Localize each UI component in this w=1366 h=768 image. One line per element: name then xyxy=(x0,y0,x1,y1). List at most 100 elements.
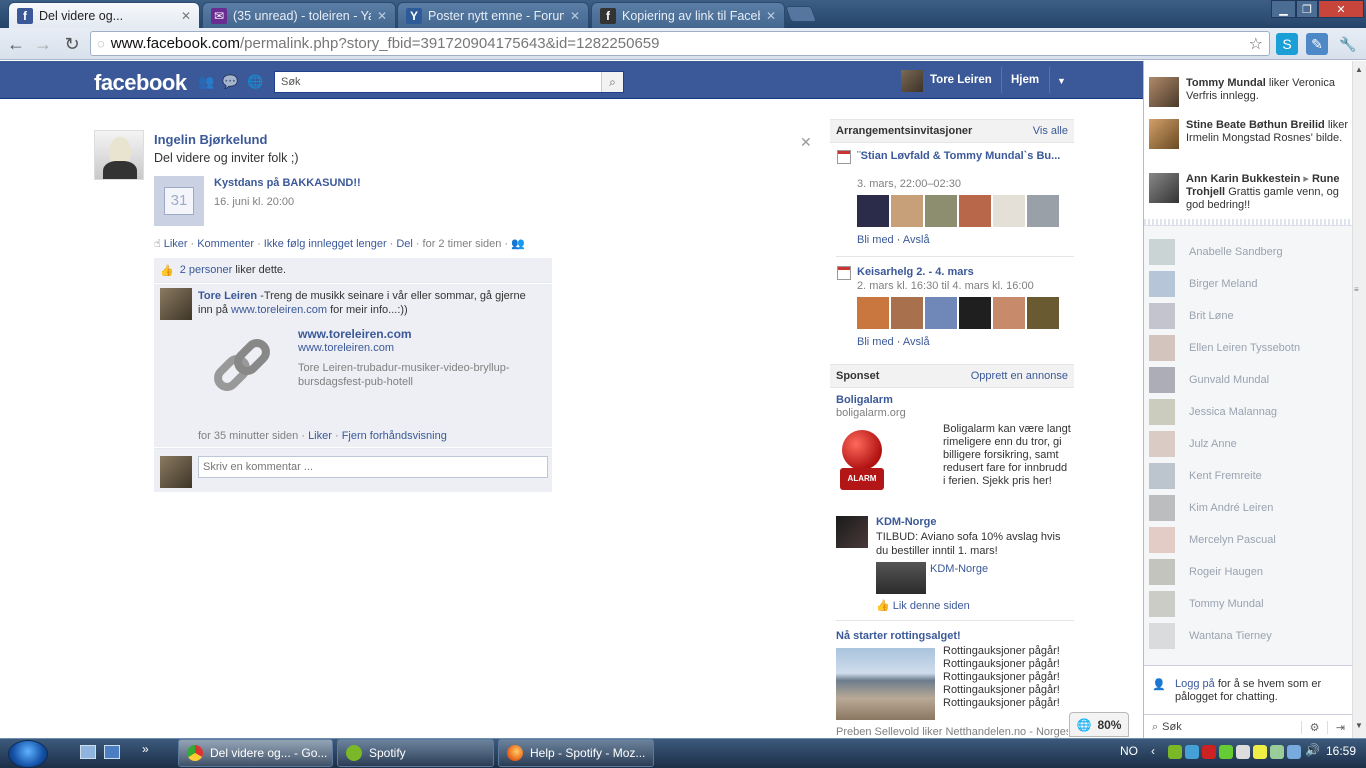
chat-friend[interactable]: Julz Anne xyxy=(1149,430,1237,458)
profile-link[interactable]: Tore Leiren xyxy=(930,74,992,86)
wrench-icon[interactable]: 🔧 xyxy=(1337,33,1359,55)
page-scrollbar[interactable]: ▲ ≡ ▼ xyxy=(1352,61,1366,738)
tray-icon[interactable] xyxy=(1236,745,1250,759)
chain-link-icon[interactable] xyxy=(204,333,284,414)
tab-yahoo-mail[interactable]: ✉ (35 unread) - toleiren - Yah ✕ xyxy=(202,2,396,28)
account-menu-chevron-icon[interactable]: ▼ xyxy=(1057,76,1066,86)
alarm-bell-image[interactable]: ALARM xyxy=(840,428,884,492)
close-icon[interactable]: ✕ xyxy=(800,134,812,151)
commenter-avatar[interactable] xyxy=(160,288,192,320)
tray-icon[interactable] xyxy=(1219,745,1233,759)
facebook-search[interactable]: Søk ⌕ xyxy=(274,71,624,93)
search-input[interactable]: Søk xyxy=(275,76,601,88)
bookmark-star-icon[interactable]: ☆ xyxy=(1249,34,1263,54)
chat-friend[interactable]: Kim André Leiren xyxy=(1149,494,1273,522)
likers-link[interactable]: 2 personer xyxy=(180,264,233,276)
messages-icon[interactable]: 💬 xyxy=(222,74,238,89)
address-bar[interactable]: ◌ www.facebook.com/permalink.php?story_f… xyxy=(90,31,1270,56)
spotify-tray-icon[interactable] xyxy=(1168,745,1182,759)
tab-forum[interactable]: Y Poster nytt emne - Forum - ✕ xyxy=(397,2,589,28)
chat-friend[interactable]: Ellen Leiren Tyssebotn xyxy=(1149,334,1300,362)
taskbar-firefox[interactable]: Help - Spotify - Moz... xyxy=(498,739,654,767)
kdm-logo[interactable] xyxy=(836,516,868,548)
link-preview-url[interactable]: www.toreleiren.com xyxy=(298,342,394,354)
volume-icon[interactable]: 🔊 xyxy=(1305,743,1320,757)
event-invite-title[interactable]: ¨Stian Løvfald & Tommy Mundal`s Bu... xyxy=(857,150,1067,163)
event-invite-title[interactable]: Keisarhelg 2. - 4. mars xyxy=(857,266,974,278)
tab-facebook[interactable]: f Del videre og... ✕ xyxy=(8,2,200,28)
scroll-down-icon[interactable]: ▼ xyxy=(1355,721,1363,730)
chat-friend[interactable]: Jessica Malannag xyxy=(1149,398,1277,426)
chat-friend[interactable]: Mercelyn Pascual xyxy=(1149,526,1276,554)
chat-friend[interactable]: Wantana Tierney xyxy=(1149,622,1272,650)
attendee-photo[interactable] xyxy=(993,297,1025,329)
attendee-photo[interactable] xyxy=(959,195,991,227)
create-ad-link[interactable]: Opprett en annonse xyxy=(971,370,1068,382)
ad-title[interactable]: Nå starter rottingsalget! xyxy=(836,630,961,642)
chat-friend[interactable]: Birger Meland xyxy=(1149,270,1257,298)
decline-event-link[interactable]: Avslå xyxy=(903,336,930,348)
new-tab-button[interactable] xyxy=(785,6,817,22)
attendee-photo[interactable] xyxy=(993,195,1025,227)
chat-friend[interactable]: Anabelle Sandberg xyxy=(1149,238,1283,266)
close-window-button[interactable]: ✕ xyxy=(1318,0,1364,18)
share-link[interactable]: Del xyxy=(396,238,413,250)
decline-event-link[interactable]: Avslå xyxy=(903,234,930,246)
attendee-photo[interactable] xyxy=(891,195,923,227)
close-icon[interactable]: ✕ xyxy=(181,9,191,23)
ad-title[interactable]: KDM-Norge xyxy=(876,516,937,528)
author-avatar[interactable] xyxy=(94,130,144,180)
friend-requests-icon[interactable]: 👥 xyxy=(198,74,214,89)
reload-button[interactable]: ↻ xyxy=(60,32,84,56)
explorer-icon[interactable] xyxy=(104,745,120,759)
attendee-photo[interactable] xyxy=(891,297,923,329)
start-button[interactable] xyxy=(8,740,48,768)
taskbar-spotify[interactable]: Spotify xyxy=(337,739,494,767)
event-calendar-thumbnail[interactable]: 31 xyxy=(154,176,204,226)
attendee-photo[interactable] xyxy=(857,195,889,227)
clock[interactable]: 16:59 xyxy=(1326,744,1356,758)
language-indicator[interactable]: NO xyxy=(1120,744,1138,758)
kdm-sofa-image[interactable] xyxy=(876,562,926,594)
chat-friend[interactable]: Rogeir Haugen xyxy=(1149,558,1263,586)
tab-kopiering[interactable]: f Kopiering av link til Facebo ✕ xyxy=(591,2,785,28)
skype-icon[interactable]: S xyxy=(1276,33,1298,55)
scroll-up-icon[interactable]: ▲ xyxy=(1355,65,1363,74)
like-page-link[interactable]: Lik denne siden xyxy=(893,600,970,612)
ticker-item[interactable]: Stine Beate Bøthun Breilid liker Irmelin… xyxy=(1149,119,1349,149)
join-event-link[interactable]: Bli med xyxy=(857,234,894,246)
event-link[interactable]: Kystdans på BAKKASUND!! xyxy=(214,177,361,189)
close-icon[interactable]: ✕ xyxy=(377,9,387,23)
privacy-friends-icon[interactable]: 👥 xyxy=(511,237,525,250)
back-button[interactable]: ← xyxy=(4,32,28,56)
gear-icon[interactable]: ⚙ xyxy=(1301,720,1327,734)
battery-icon[interactable] xyxy=(1270,745,1284,759)
maximize-button[interactable]: ❐ xyxy=(1296,0,1318,18)
commenter-name[interactable]: Tore Leiren xyxy=(198,290,257,302)
rattan-furniture-image[interactable] xyxy=(836,648,935,720)
close-icon[interactable]: ✕ xyxy=(570,9,580,23)
remove-preview-link[interactable]: Fjern forhåndsvisning xyxy=(342,430,447,442)
see-all-link[interactable]: Vis alle xyxy=(1033,125,1068,137)
zoom-indicator[interactable]: 🌐 80% xyxy=(1069,712,1129,737)
tray-icon[interactable] xyxy=(1253,745,1267,759)
taskbar-chrome[interactable]: Del videre og... - Go... xyxy=(178,739,333,767)
scroll-thumb[interactable]: ≡ xyxy=(1354,285,1365,295)
attendee-photo[interactable] xyxy=(1027,297,1059,329)
chat-login-link[interactable]: Logg på xyxy=(1175,678,1215,690)
comment-input[interactable]: Skriv en kommentar ... xyxy=(198,456,548,478)
minimize-button[interactable]: ▁ xyxy=(1271,0,1296,18)
link-preview-title[interactable]: www.toreleiren.com xyxy=(298,327,412,341)
join-event-link[interactable]: Bli med xyxy=(857,336,894,348)
show-desktop-icon[interactable] xyxy=(80,745,96,759)
notifications-icon[interactable]: 🌐 xyxy=(247,74,263,89)
network-icon[interactable] xyxy=(1287,745,1301,759)
attendee-photo[interactable] xyxy=(925,297,957,329)
comment-like-link[interactable]: Liker xyxy=(308,430,332,442)
extension-icon[interactable]: ✎ xyxy=(1306,33,1328,55)
chevron-left-icon[interactable]: ‹ xyxy=(1151,744,1155,758)
unfollow-link[interactable]: Ikke følg innlegget lenger xyxy=(264,238,387,250)
chevron-right-icon[interactable]: » xyxy=(142,742,149,756)
ticker-item[interactable]: Ann Karin Bukkestein ▸ Rune Trohjell Gra… xyxy=(1149,173,1349,212)
story-author[interactable]: Ingelin Bjørkelund xyxy=(154,132,267,147)
